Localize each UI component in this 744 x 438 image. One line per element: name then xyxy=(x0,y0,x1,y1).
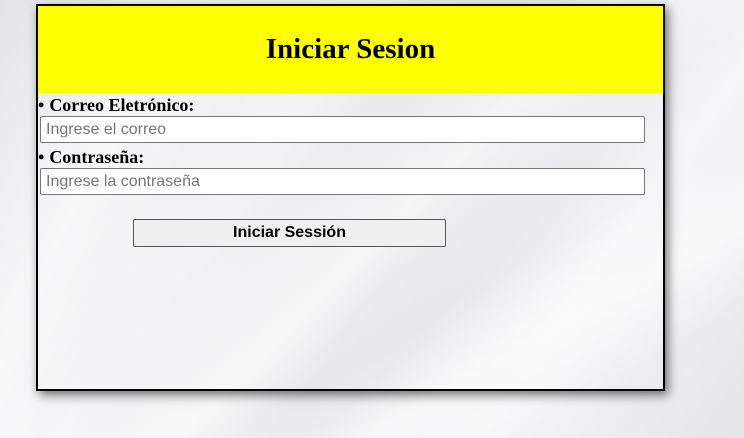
password-field[interactable] xyxy=(40,168,645,195)
email-field[interactable] xyxy=(40,116,645,143)
email-label-text: Correo Eletrónico: xyxy=(49,95,195,115)
email-label: • Correo Eletrónico: xyxy=(38,95,194,115)
password-label: • Contraseña: xyxy=(38,147,144,167)
bullet-icon: • xyxy=(38,95,45,115)
login-button[interactable]: Iniciar Sessión xyxy=(133,219,446,247)
password-label-text: Contraseña: xyxy=(49,147,145,167)
login-panel: Iniciar Sesion •Correo Eletrónico: •Cont… xyxy=(36,4,665,391)
bullet-icon: • xyxy=(38,147,45,167)
page-title: Iniciar Sesion xyxy=(265,33,436,65)
login-header: Iniciar Sesion xyxy=(38,6,663,93)
